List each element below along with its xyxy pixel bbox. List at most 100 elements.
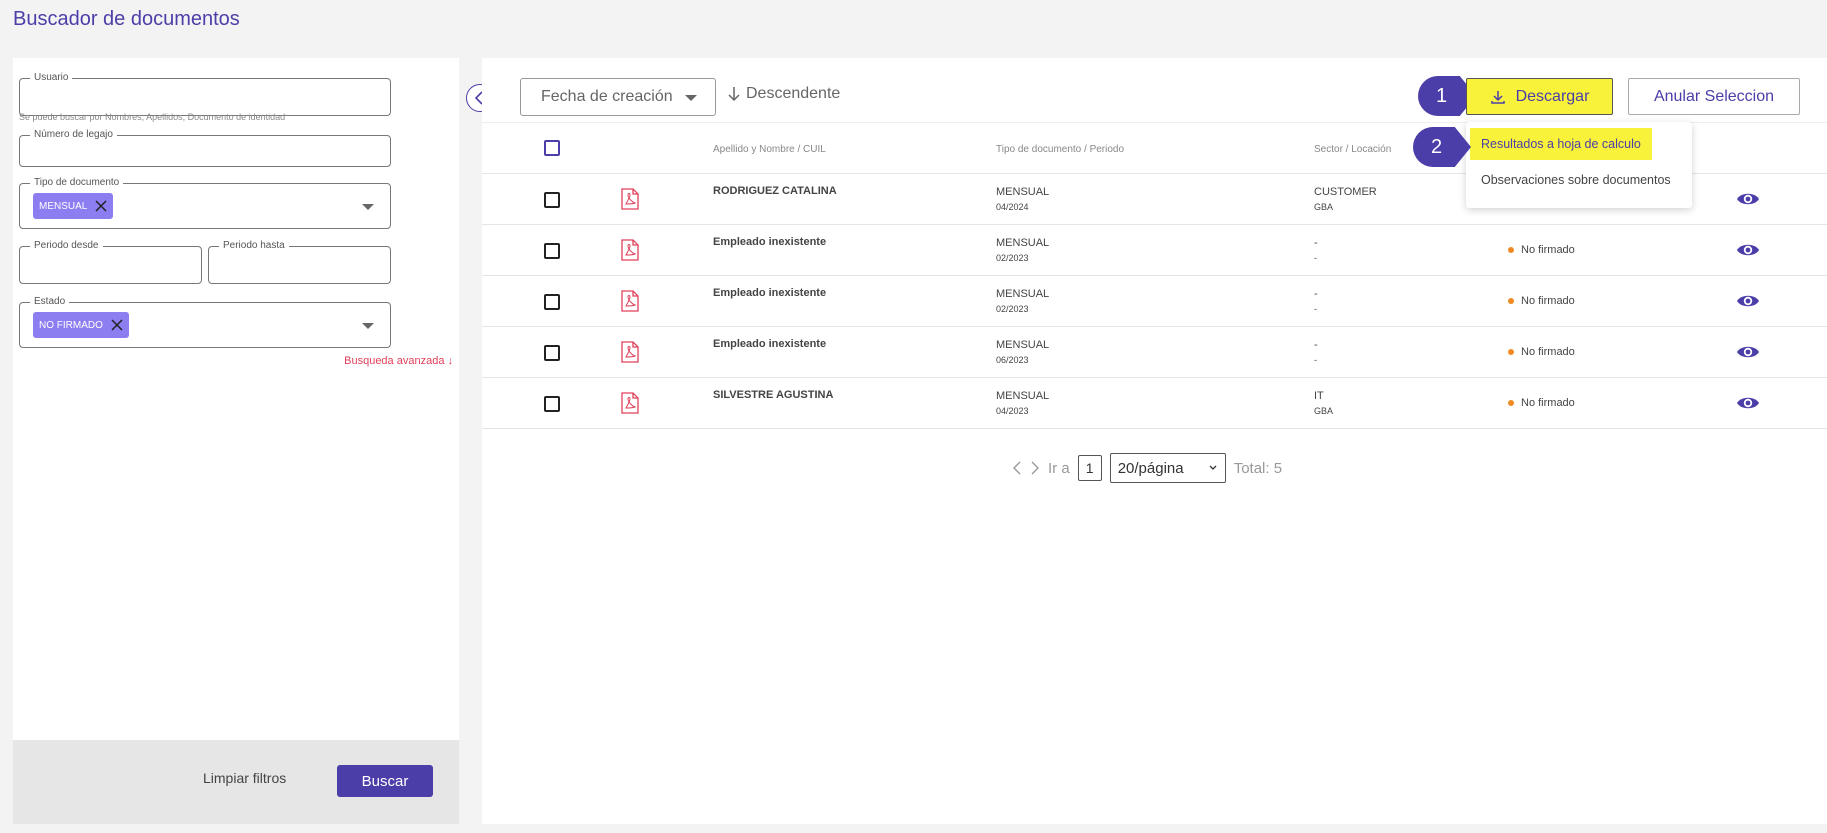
document-type-cell: MENSUAL 04/2023	[996, 389, 1049, 419]
download-menu: Resultados a hoja de calculo Observacion…	[1466, 122, 1692, 208]
status-dot-icon	[1508, 298, 1514, 304]
legajo-field[interactable]: Número de legajo	[19, 129, 391, 167]
total-count: Total: 5	[1233, 459, 1283, 477]
row-checkbox[interactable]	[544, 294, 560, 310]
page-title: Buscador de documentos	[13, 8, 240, 30]
document-type: MENSUAL	[996, 390, 1050, 402]
status-badge: No firmado	[1508, 244, 1575, 256]
pdf-icon[interactable]	[620, 392, 640, 414]
periodo-hasta-field[interactable]: Periodo hasta	[208, 240, 391, 284]
document-type: MENSUAL	[996, 288, 1050, 300]
status-dot-icon	[1508, 349, 1514, 355]
location: -	[1314, 355, 1317, 365]
employee-name: Empleado inexistente	[713, 338, 827, 350]
pdf-icon[interactable]	[620, 290, 640, 312]
table-row: Empleado inexistente MENSUAL 02/2023 - - No f…	[482, 276, 1827, 327]
menu-item-spreadsheet[interactable]: Resultados a hoja de calculo	[1470, 128, 1652, 160]
sector: -	[1314, 288, 1318, 300]
row-checkbox[interactable]	[544, 243, 560, 259]
row-checkbox[interactable]	[544, 345, 560, 361]
estado-chip: NO FIRMADO	[33, 312, 129, 338]
eye-icon[interactable]	[1736, 395, 1760, 411]
sort-field-label: Fecha de creación	[541, 88, 673, 105]
eye-icon[interactable]	[1736, 344, 1760, 360]
chevron-down-icon[interactable]	[362, 204, 374, 210]
eye-icon[interactable]	[1736, 242, 1760, 258]
employee-name: Empleado inexistente	[713, 236, 827, 248]
pdf-icon[interactable]	[620, 188, 640, 210]
sort-order-label: Descendente	[746, 85, 841, 102]
results-panel: Fecha de creación Descendente 1 Descarga…	[482, 58, 1827, 824]
filter-footer: Limpiar filtros Buscar	[13, 740, 459, 824]
tipo-documento-chip: MENSUAL	[33, 193, 114, 219]
sector: CUSTOMER	[1314, 186, 1377, 198]
chevron-right-icon[interactable]	[1030, 460, 1040, 476]
menu-item-observations[interactable]: Observaciones sobre documentos	[1470, 164, 1682, 196]
clear-filters-button[interactable]: Limpiar filtros	[203, 770, 286, 786]
eye-icon[interactable]	[1736, 293, 1760, 309]
download-button[interactable]: Descargar	[1466, 78, 1613, 115]
page-size-label: 20/página	[1117, 459, 1184, 477]
sector-cell: IT GBA	[1314, 389, 1333, 419]
sector-cell: CUSTOMER GBA	[1314, 185, 1377, 215]
sector-cell: --	[1314, 287, 1318, 317]
chip-remove-icon[interactable]	[93, 198, 109, 214]
chevron-down-icon	[685, 95, 697, 101]
column-header-type: Tipo de documento / Periodo	[996, 144, 1125, 155]
sector: IT	[1314, 390, 1324, 402]
document-period: 02/2023	[996, 304, 1029, 314]
legajo-label: Número de legajo	[30, 129, 117, 141]
periodo-desde-label: Periodo desde	[30, 240, 103, 252]
sector: -	[1314, 237, 1318, 249]
location: GBA	[1314, 202, 1334, 212]
status-badge: No firmado	[1508, 397, 1575, 409]
row-checkbox[interactable]	[544, 192, 560, 208]
table-row: SILVESTRE AGUSTINA MENSUAL 04/2023 IT GBA No …	[482, 378, 1827, 429]
row-checkbox[interactable]	[544, 396, 560, 412]
table-row: Empleado inexistente MENSUAL 06/2023 - - No f…	[482, 327, 1827, 378]
sector-cell: --	[1314, 338, 1318, 368]
chip-label: MENSUAL	[39, 200, 88, 212]
chevron-down-icon[interactable]	[362, 323, 374, 329]
eye-icon[interactable]	[1736, 191, 1760, 207]
tipo-documento-label: Tipo de documento	[30, 177, 124, 189]
page-input[interactable]: 1	[1077, 455, 1102, 481]
tipo-documento-select[interactable]: Tipo de documento MENSUAL	[19, 177, 391, 229]
table-row: Empleado inexistente MENSUAL 02/2023 - - No f…	[482, 225, 1827, 276]
select-all-checkbox[interactable]	[544, 140, 560, 156]
estado-select[interactable]: Estado NO FIRMADO	[19, 296, 391, 348]
download-label: Descargar	[1515, 87, 1590, 105]
periodo-hasta-label: Periodo hasta	[219, 240, 289, 252]
document-type-cell: MENSUAL 02/2023	[996, 287, 1049, 317]
document-type-cell: MENSUAL 02/2023	[996, 236, 1049, 266]
usuario-field[interactable]: Usuario	[19, 72, 391, 116]
usuario-helper-text: Se puede buscar por Nombres, Apellidos, …	[19, 112, 286, 122]
search-button[interactable]: Buscar	[337, 765, 433, 797]
pdf-icon[interactable]	[620, 341, 640, 363]
status-dot-icon	[1508, 400, 1514, 406]
employee-name: RODRIGUEZ CATALINA	[713, 185, 837, 197]
sector-cell: --	[1314, 236, 1318, 266]
arrow-down-icon	[728, 87, 740, 102]
sort-order-toggle[interactable]: Descendente	[728, 85, 840, 103]
status-label: No firmado	[1521, 346, 1575, 358]
advanced-search-link[interactable]: Busqueda avanzada ↓	[344, 355, 453, 367]
chip-label: NO FIRMADO	[39, 319, 103, 331]
column-header-sector: Sector / Locación	[1314, 144, 1392, 155]
chevron-left-icon[interactable]	[1012, 460, 1022, 476]
status-badge: No firmado	[1508, 295, 1575, 307]
status-label: No firmado	[1521, 295, 1575, 307]
employee-name: Empleado inexistente	[713, 287, 827, 299]
status-badge: No firmado	[1508, 346, 1575, 358]
document-period: 06/2023	[996, 355, 1029, 365]
chip-remove-icon[interactable]	[109, 317, 125, 333]
sort-field-select[interactable]: Fecha de creación	[520, 78, 716, 116]
employee-name: SILVESTRE AGUSTINA	[713, 389, 834, 401]
document-type-cell: MENSUAL 06/2023	[996, 338, 1049, 368]
unselect-button[interactable]: Anular Seleccion	[1628, 78, 1800, 115]
document-period: 02/2023	[996, 253, 1029, 263]
document-type: MENSUAL	[996, 186, 1050, 198]
periodo-desde-field[interactable]: Periodo desde	[19, 240, 202, 284]
pdf-icon[interactable]	[620, 239, 640, 261]
page-size-select[interactable]: 20/página	[1109, 453, 1226, 483]
